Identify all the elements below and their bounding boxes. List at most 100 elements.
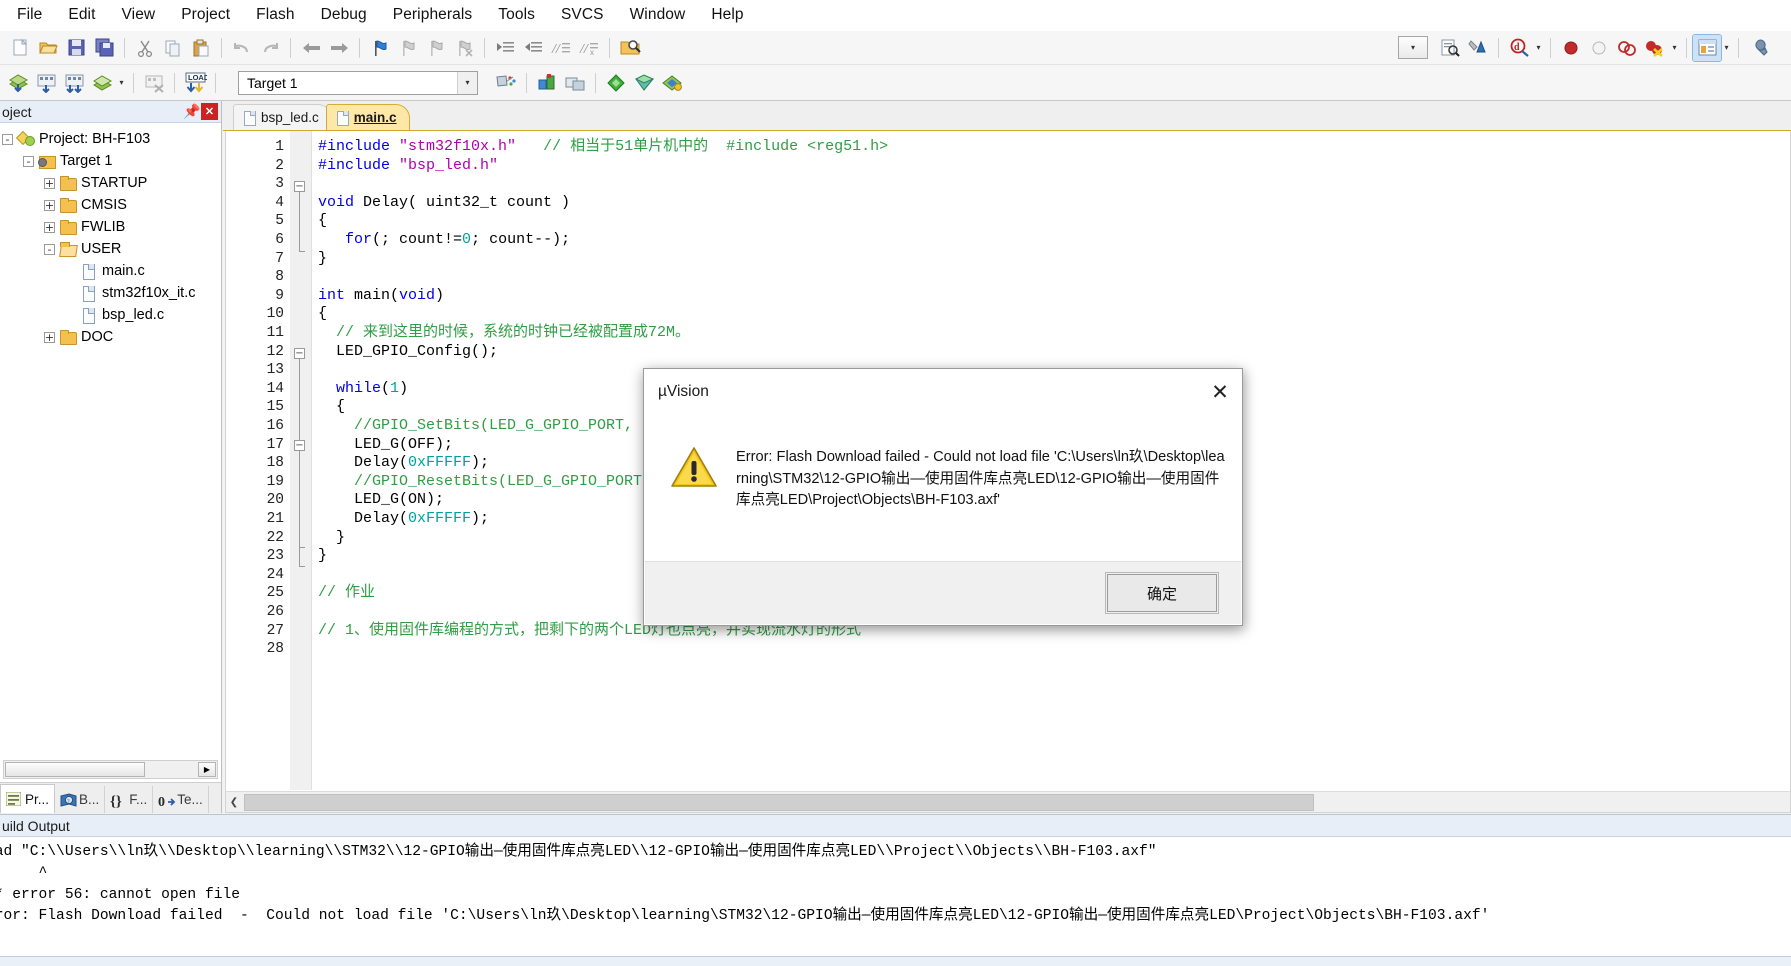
- ok-button[interactable]: 确定: [1105, 572, 1219, 614]
- code-line[interactable]: LED_G(ON);: [318, 491, 444, 510]
- save-button[interactable]: [62, 35, 90, 61]
- code-line[interactable]: while(1): [318, 380, 408, 399]
- code-line[interactable]: }: [318, 250, 327, 269]
- collapse-icon[interactable]: -: [23, 155, 34, 167]
- search-combo-box[interactable]: ▾: [1398, 36, 1428, 59]
- indent-left-icon[interactable]: [519, 35, 547, 61]
- code-line[interactable]: LED_G(OFF);: [318, 436, 453, 455]
- code-line[interactable]: // 作业: [318, 584, 375, 603]
- close-icon[interactable]: ✕: [1198, 374, 1242, 410]
- code-line[interactable]: Delay(0xFFFFF);: [318, 454, 489, 473]
- configure-target-options-icon[interactable]: [1745, 35, 1773, 61]
- chevron-down-icon[interactable]: ▾: [457, 71, 477, 94]
- collapse-icon[interactable]: -: [2, 133, 13, 145]
- disable-all-breakpoints-icon[interactable]: [1613, 35, 1641, 61]
- tree-item[interactable]: + FWLIB: [0, 216, 221, 238]
- menu-item-tools[interactable]: Tools: [485, 2, 548, 29]
- panel-tab-te[interactable]: 0 Te...: [153, 786, 209, 813]
- code-line[interactable]: {: [318, 212, 327, 231]
- expand-icon[interactable]: +: [44, 331, 55, 343]
- copy-icon[interactable]: [159, 35, 187, 61]
- clear-bookmarks-icon[interactable]: [450, 35, 478, 61]
- panel-tab-pr[interactable]: Pr...: [0, 784, 56, 813]
- paste-icon[interactable]: [187, 35, 215, 61]
- fold-toggle-icon[interactable]: −: [294, 181, 305, 192]
- project-tree[interactable]: - Project: BH-F103- Target 1 + STARTUP + CMSIS…: [0, 123, 221, 757]
- close-icon[interactable]: ✕: [201, 103, 218, 120]
- code-line[interactable]: void Delay( uint32_t count ): [318, 194, 570, 213]
- pin-icon[interactable]: 📌: [183, 103, 201, 120]
- new-file-button[interactable]: [6, 35, 34, 61]
- batch-build-caret-icon[interactable]: ▾: [116, 70, 127, 96]
- breakpoints-dropdown-caret-icon[interactable]: ▾: [1669, 35, 1680, 61]
- manage-run-time-environment-icon[interactable]: [533, 70, 561, 96]
- fold-toggle-icon[interactable]: −: [294, 440, 305, 451]
- scrollbar-thumb[interactable]: [244, 793, 1314, 811]
- start-debug-session-icon[interactable]: d: [1505, 35, 1533, 61]
- tree-item[interactable]: + STARTUP: [0, 172, 221, 194]
- menu-item-edit[interactable]: Edit: [55, 2, 108, 29]
- undo-icon[interactable]: [228, 35, 256, 61]
- editor-hscrollbar[interactable]: ❮: [226, 791, 1790, 812]
- find-next-icon[interactable]: [1436, 35, 1464, 61]
- prev-bookmark-icon[interactable]: [394, 35, 422, 61]
- tree-item[interactable]: - Project: BH-F103: [0, 128, 221, 150]
- manage-windows-icon[interactable]: [1692, 33, 1722, 62]
- disable-breakpoint-icon[interactable]: [1585, 35, 1613, 61]
- translate-file-icon[interactable]: [4, 70, 32, 96]
- panel-tab-b[interactable]: ? B...: [55, 786, 106, 813]
- tree-item[interactable]: stm32f10x_it.c: [0, 282, 221, 304]
- tree-item[interactable]: - USER: [0, 238, 221, 260]
- menu-item-flash[interactable]: Flash: [243, 2, 307, 29]
- open-file-button[interactable]: [34, 35, 62, 61]
- manage-project-layers-icon[interactable]: [561, 70, 589, 96]
- indent-right-icon[interactable]: [491, 35, 519, 61]
- select-target-icon[interactable]: [630, 70, 658, 96]
- next-bookmark-icon[interactable]: [422, 35, 450, 61]
- code-line[interactable]: Delay(0xFFFFF);: [318, 510, 489, 529]
- find-in-files-icon[interactable]: [616, 35, 644, 61]
- tree-item[interactable]: - Target 1: [0, 150, 221, 172]
- expand-icon[interactable]: +: [44, 177, 55, 189]
- tree-item[interactable]: bsp_led.c: [0, 304, 221, 326]
- project-tree-hscrollbar[interactable]: ▶: [3, 760, 218, 779]
- menu-item-view[interactable]: View: [109, 2, 169, 29]
- batch-build-icon[interactable]: [88, 70, 116, 96]
- manage-project-items-icon[interactable]: [492, 70, 520, 96]
- cut-icon[interactable]: [131, 35, 159, 61]
- collapse-icon[interactable]: -: [44, 243, 55, 255]
- code-line[interactable]: {: [318, 305, 327, 324]
- code-line[interactable]: LED_GPIO_Config();: [318, 343, 498, 362]
- fold-toggle-icon[interactable]: −: [294, 348, 305, 359]
- expand-icon[interactable]: +: [44, 221, 55, 233]
- panel-tab-f[interactable]: {} F...: [105, 786, 154, 813]
- code-line[interactable]: }: [318, 529, 345, 548]
- navigate-backward-icon[interactable]: [297, 35, 325, 61]
- code-line[interactable]: int main(void): [318, 287, 444, 306]
- target-options-green-icon[interactable]: [602, 70, 630, 96]
- code-line[interactable]: }: [318, 547, 327, 566]
- comment-lines-icon[interactable]: //: [547, 35, 575, 61]
- navigate-forward-icon[interactable]: [325, 35, 353, 61]
- code-line[interactable]: for(; count!=0; count--);: [318, 231, 570, 250]
- uncomment-lines-icon[interactable]: //x: [575, 35, 603, 61]
- scrollbar-thumb[interactable]: [5, 762, 145, 777]
- save-all-button[interactable]: [90, 35, 118, 61]
- menu-item-svcs[interactable]: SVCS: [548, 2, 617, 29]
- code-line[interactable]: {: [318, 398, 345, 417]
- tree-item[interactable]: main.c: [0, 260, 221, 282]
- menu-item-file[interactable]: File: [4, 2, 55, 29]
- insert-breakpoint-icon[interactable]: [1557, 35, 1585, 61]
- windows-dropdown-caret-icon[interactable]: ▾: [1721, 35, 1732, 61]
- download-to-flash-icon[interactable]: LOAD: [181, 70, 209, 96]
- configure-icon[interactable]: [1464, 35, 1492, 61]
- menu-item-window[interactable]: Window: [617, 2, 699, 29]
- menu-item-project[interactable]: Project: [168, 2, 243, 29]
- code-folding-gutter[interactable]: − − −: [290, 131, 312, 790]
- code-line[interactable]: #include "bsp_led.h": [318, 157, 498, 176]
- scroll-left-icon[interactable]: ❮: [226, 792, 242, 813]
- expand-icon[interactable]: +: [44, 199, 55, 211]
- code-line[interactable]: #include "stm32f10x.h" // 相当于51单片机中的 #in…: [318, 138, 888, 157]
- code-line[interactable]: // 来到这里的时候，系统的时钟已经被配置成72M。: [318, 324, 690, 343]
- editor-tab-main-c[interactable]: main.c: [325, 104, 410, 130]
